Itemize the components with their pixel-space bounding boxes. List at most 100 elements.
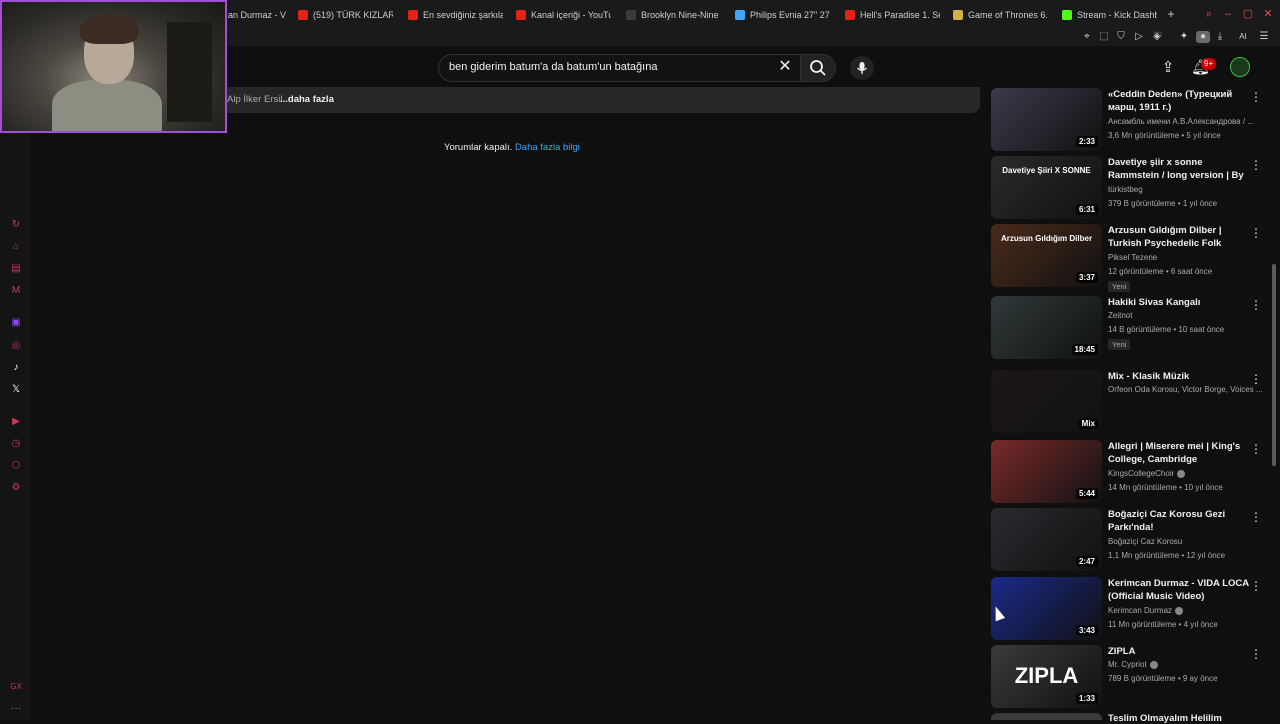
recommendation-item[interactable]: 2:47 Boğaziçi Caz Korosu Gezi Parkı'nda! B… [991,508,1271,572]
video-title[interactable]: Kerimcan Durmaz - VIDA LOCA (Official Mu… [1108,577,1250,603]
sidebar-x-icon[interactable]: 𝕏 [10,384,22,396]
video-thumbnail[interactable]: ZIPLA 1:33 [991,645,1102,708]
sidebar-chat-icon[interactable]: ▤ [10,263,22,275]
profile-badge-icon[interactable]: ● [1196,31,1210,43]
video-thumbnail[interactable]: 2:47 [991,508,1102,571]
browser-tab[interactable]: En sevdiğiniz şarkılar [408,7,503,23]
sidebar-refresh-icon[interactable]: ↻ [10,219,22,231]
recommendation-item[interactable]: Davetiye Şiiri X SONNE 6:31 Davetiye şiir … [991,156,1271,220]
video-thumbnail[interactable]: Mix [991,370,1102,433]
video-title[interactable]: Allegri | Miserere mei | King's College,… [1108,440,1250,466]
video-thumbnail[interactable]: 2:33 [991,88,1102,151]
recommendation-item[interactable]: 18:45 Hakiki Sivas Kangalı Zeitnot 14 B gör… [991,296,1271,360]
description-more-link[interactable]: ...daha fazla [280,94,334,105]
sidebar-instagram-icon[interactable]: ◎ [10,340,22,352]
recommendation-item[interactable]: 5:44 Allegri | Miserere mei | King's Coll… [991,440,1271,504]
account-avatar[interactable] [1230,57,1250,77]
channel-name[interactable]: Orfeon Oda Korosu, Victor Borge, Voices … [1108,385,1268,394]
tab-favicon-icon [298,10,308,20]
more-options-icon[interactable]: ⋮ [1250,442,1262,456]
video-title[interactable]: Arzusun Gıldığım Dilber | Turkish Psyche… [1108,224,1250,250]
channel-name[interactable]: KingsCollegeChoir [1108,469,1268,478]
video-title[interactable]: Boğaziçi Caz Korosu Gezi Parkı'nda! [1108,508,1250,534]
clear-search-icon[interactable]: ✕ [777,59,793,75]
partial-recommendation-thumbnail[interactable] [991,713,1102,720]
channel-name[interactable]: türkistbeg [1108,185,1268,194]
more-options-icon[interactable]: ⋮ [1250,90,1262,104]
video-thumbnail[interactable]: 3:43 [991,577,1102,640]
more-options-icon[interactable]: ⋮ [1250,298,1262,312]
video-thumbnail[interactable]: Arzusun Gıldığım Dilber 3:37 [991,224,1102,287]
voice-search-button[interactable] [850,56,874,80]
browser-tab[interactable]: Philips Evnia 27" 27M [735,7,830,23]
webcam-overlay [0,0,227,133]
more-options-icon[interactable]: ⋮ [1250,226,1262,240]
pin-icon[interactable]: ⌖ [1081,31,1093,43]
video-thumbnail[interactable]: 5:44 [991,440,1102,503]
channel-name[interactable]: Piksel Tezene [1108,253,1268,262]
menu-icon[interactable]: ☰ [1258,31,1270,43]
recommendation-item[interactable]: Arzusun Gıldığım Dilber 3:37 Arzusun Gıldı… [991,224,1271,292]
sidebar-extensions-icon[interactable]: ⬡ [10,460,22,472]
channel-name[interactable]: Mr. Cypriot [1108,660,1268,669]
search-button[interactable] [800,54,836,82]
recommendation-item[interactable]: Mix Mix - Klasik Müzik Orfeon Oda Korosu, … [991,370,1271,434]
sidebar-settings-icon[interactable]: ⚙ [10,482,22,494]
video-description-box[interactable] [227,87,980,113]
more-options-icon[interactable]: ⋮ [1250,647,1262,661]
partial-recommendation-title[interactable]: Teslim Olmayalım Helilim [1108,713,1222,724]
sidebar-history-icon[interactable]: ◷ [10,438,22,450]
close-window-icon[interactable]: ✕ [1262,8,1274,20]
new-tab-button[interactable]: + [1165,8,1177,20]
channel-name[interactable]: Kerimcan Durmaz [1108,606,1268,615]
sidebar-play-icon[interactable]: ▶ [10,416,22,428]
scrollbar[interactable] [1272,264,1276,466]
download-icon[interactable]: ⤓ [1214,31,1226,43]
more-options-icon[interactable]: ⋮ [1250,579,1262,593]
screenshot-icon[interactable]: ⬚ [1098,31,1110,43]
shield-icon[interactable]: ⛉ [1115,31,1127,43]
browser-tab[interactable]: Brooklyn Nine-Nine [626,7,721,23]
browser-tab[interactable]: Hell's Paradise 1. Se [845,7,940,23]
recommendation-item[interactable]: ZIPLA 1:33 ZIPLA Mr. Cypriot 789 B görüntüle… [991,645,1271,709]
sidebar-twitch-icon[interactable]: ▣ [10,317,22,329]
search-tabs-icon[interactable]: ⌕ [1203,8,1215,20]
recommendation-item[interactable]: 2:33 «Ceddin Deden» (Турецкий марш, 1911 … [991,88,1271,152]
video-title[interactable]: ZIPLA [1108,645,1250,658]
sidebar-tiktok-icon[interactable]: ♪ [10,362,22,374]
puzzle-icon[interactable]: ✦ [1178,31,1190,43]
video-title[interactable]: Hakiki Sivas Kangalı [1108,296,1250,309]
heart-icon[interactable]: ♡ [1152,31,1164,43]
sidebar-mail-icon[interactable]: M [10,285,22,297]
play-icon[interactable]: ▷ [1133,31,1145,43]
browser-tab[interactable]: Kanal içeriği - YouTu [516,7,611,23]
more-options-icon[interactable]: ⋮ [1250,158,1262,172]
new-badge: Yeni [1108,339,1131,350]
channel-name[interactable]: Boğaziçi Caz Korosu [1108,537,1268,546]
search-input[interactable]: ben giderim batum'a da batum'un batağına [449,61,657,73]
video-title[interactable]: Davetiye şiir x sonne Rammstein / long v… [1108,156,1250,182]
channel-name[interactable]: Ансамбль имени А.В.Александрова / ... [1108,117,1268,126]
channel-name[interactable]: Zeitnot [1108,311,1268,320]
recommendation-item[interactable]: 3:43 Kerimcan Durmaz - VIDA LOCA (Officia… [991,577,1271,641]
browser-tab[interactable]: Game of Thrones 6. [953,7,1048,23]
more-options-icon[interactable]: ⋮ [1250,510,1262,524]
video-title[interactable]: «Ceddin Deden» (Турецкий марш, 1911 г.) [1108,88,1250,114]
maximize-window-icon[interactable]: ▢ [1242,8,1254,20]
learn-more-link[interactable]: Daha fazla bilgi [515,142,580,153]
video-meta: 14 B görüntüleme • 10 saat önce [1108,325,1225,334]
tab-label: En sevdiğiniz şarkılar [423,10,503,20]
sidebar-bag-icon[interactable]: ⌂ [10,241,22,253]
sidebar-more-icon[interactable]: ··· [10,703,22,715]
more-options-icon[interactable]: ⋮ [1250,372,1262,386]
minimize-window-icon[interactable]: – [1222,8,1234,20]
video-thumbnail[interactable]: 18:45 [991,296,1102,359]
ai-icon[interactable]: AI [1234,31,1252,43]
upload-icon[interactable]: ⇪ [1159,59,1177,77]
video-thumbnail[interactable]: Davetiye Şiiri X SONNE 6:31 [991,156,1102,219]
browser-tab[interactable]: Stream - Kick Dashb [1062,7,1157,23]
browser-tab[interactable]: an Durmaz - V [228,7,286,23]
sidebar-bottom-icon[interactable]: GX [10,681,22,693]
browser-tab[interactable]: (519) TÜRK KIZLARI [298,7,393,23]
video-title[interactable]: Mix - Klasik Müzik [1108,370,1250,383]
